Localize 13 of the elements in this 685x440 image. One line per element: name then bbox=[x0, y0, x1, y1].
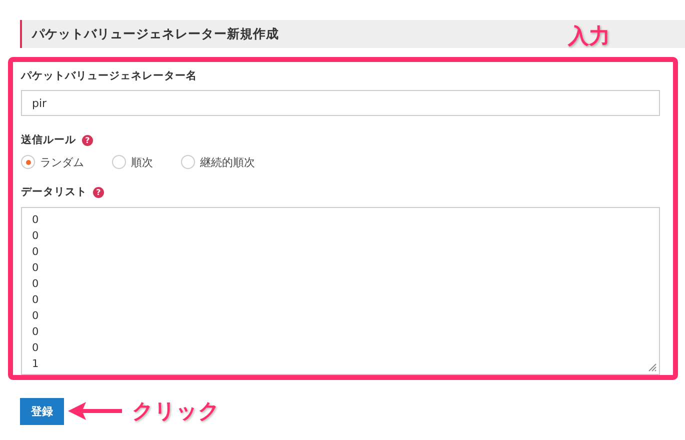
radio-option[interactable]: 順次 bbox=[112, 154, 153, 170]
help-icon[interactable]: ? bbox=[93, 186, 104, 198]
register-button[interactable]: 登録 bbox=[20, 398, 64, 424]
field-label: 送信ルール bbox=[21, 133, 76, 147]
annotation-text: 入力 bbox=[568, 23, 610, 50]
annotation-text: クリック bbox=[132, 398, 220, 425]
name-input[interactable]: pir bbox=[21, 90, 660, 116]
field-label: パケットバリュージェネレーター名 bbox=[21, 69, 197, 83]
data-list-textarea[interactable]: 0 0 0 0 0 0 0 0 0 1 bbox=[21, 207, 660, 375]
radio-option[interactable]: 継続的順次 bbox=[181, 154, 255, 170]
radio-option[interactable]: ランダム bbox=[21, 154, 84, 170]
field-label: データリスト bbox=[21, 185, 87, 199]
help-icon[interactable]: ? bbox=[82, 134, 93, 146]
